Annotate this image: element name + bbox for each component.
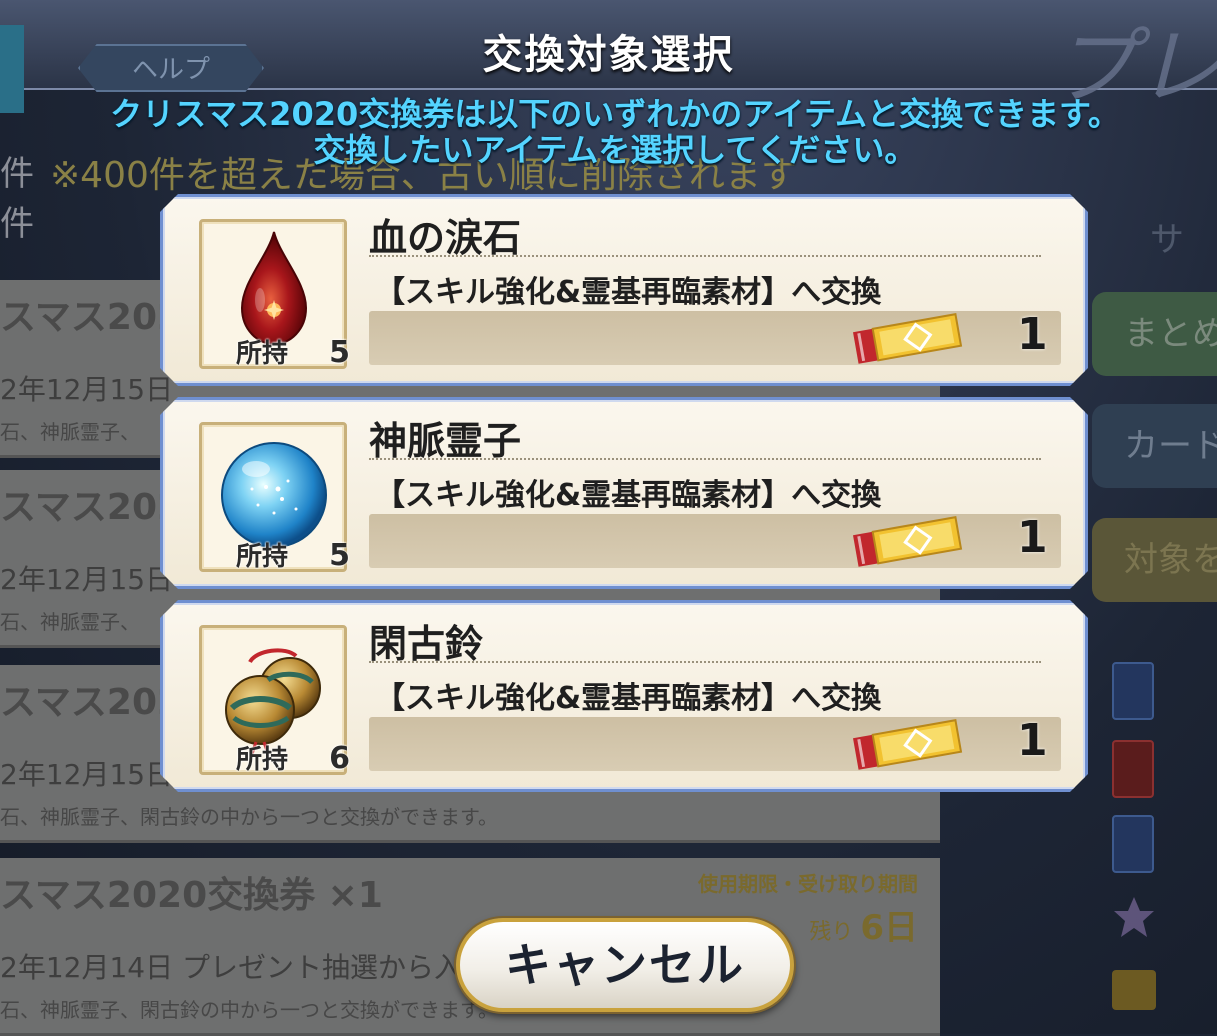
present-row-desc: 石、神脈霊子、閑古鈴の中から一つと交換ができます。 [0,998,498,1022]
cuckoo-bell-icon [216,632,332,756]
item-description: 【スキル強化&霊基再臨素材】へ交換 [375,681,882,716]
present-row-date: 2年12月14日 プレゼント抽選から入 [0,951,462,984]
blood-tear-stone-icon [216,226,332,350]
divider [369,255,1041,257]
owned-label: 所持 [236,542,289,572]
instruction-line-1: クリスマス2020交換券は以下のいずれかのアイテムと交換できます。 [110,95,1120,133]
present-row-remaining: 残り 6日 [809,900,918,949]
item-description: 【スキル強化&霊基再臨素材】へ交換 [375,275,882,310]
present-row-title: スマス202 [0,297,183,338]
present-row-date: 2年12月15日 [0,758,174,791]
divine-spiritron-icon [216,429,332,553]
background-count-2: 件 [0,204,34,244]
background-side-label: サ [1150,220,1184,260]
present-row-date: 2年12月15日 [0,373,174,406]
owned-count: 5 [329,538,350,573]
item-name: 閑古鈴 [369,622,484,666]
exchange-option-cuckoo-bell[interactable]: 所持 6 閑古鈴 【スキル強化&霊基再臨素材】へ交換 1 [160,600,1088,792]
remain-label: 残り [809,920,854,945]
owned-count: 5 [329,335,350,370]
present-row-desc: 石、神脈霊子、 [0,610,140,634]
present-row-title: スマス202 [0,487,183,528]
background-card-button: カード [1092,404,1217,488]
owned-label: 所持 [236,339,289,369]
item-thumbnail: 所持 6 [199,625,347,775]
item-thumbnail: 所持 5 [199,422,347,572]
star-icon [1112,895,1156,939]
card-icon [1112,815,1154,873]
exchange-ticket-icon [851,719,963,771]
background-bulk-button: まとめ [1092,292,1217,376]
card-icon [1112,740,1154,798]
cancel-button[interactable]: キャンセル [456,918,794,1012]
present-row-desc: 石、神脈霊子、 [0,420,140,444]
present-row-limit-label: 使用期限・受け取り期間 [698,872,918,896]
remain-value: 6日 [860,908,918,948]
present-row-date: 2年12月15日 [0,563,174,596]
present-row-title: スマス202 [0,682,183,723]
divider [369,661,1041,663]
card-icon [1112,662,1154,720]
gold-item-icon [1112,970,1156,1010]
item-name: 神脈霊子 [369,419,522,463]
modal-title: 交換対象選択 [482,32,735,78]
present-row-title: スマス2020交換券 ×1 [0,875,383,916]
exchange-ticket-icon [851,516,963,568]
background-select-button: 対象を選 [1092,518,1217,602]
exchange-cost: 1 [1017,512,1048,563]
exchange-option-blood-tear-stone[interactable]: 所持 5 血の涙石 【スキル強化&霊基再臨素材】へ交換 1 [160,194,1088,386]
item-thumbnail: 所持 5 [199,219,347,369]
item-name: 血の涙石 [369,216,522,260]
exchange-cost: 1 [1017,309,1048,360]
owned-label: 所持 [236,745,289,775]
exchange-ticket-icon [851,313,963,365]
present-row-desc: 石、神脈霊子、閑古鈴の中から一つと交換ができます。 [0,805,498,829]
modal-instructions: クリスマス2020交換券は以下のいずれかのアイテムと交換できます。 交換したいア… [0,96,1217,168]
item-description: 【スキル強化&霊基再臨素材】へ交換 [375,478,882,513]
divider [369,458,1041,460]
instruction-line-2: 交換したいアイテムを選択してください。 [313,131,917,169]
exchange-cost: 1 [1017,715,1048,766]
exchange-option-divine-spiritron[interactable]: 所持 5 神脈霊子 【スキル強化&霊基再臨素材】へ交換 1 [160,397,1088,589]
owned-count: 6 [329,741,350,776]
